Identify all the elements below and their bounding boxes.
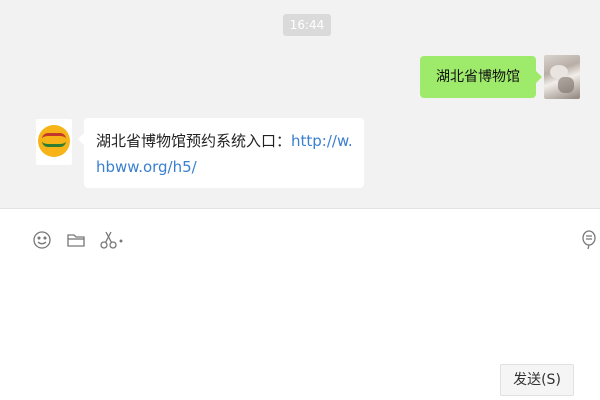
my-avatar[interactable] [544,55,580,99]
sent-message-bubble[interactable]: 湖北省博物馆 [420,56,542,98]
avatar-photo-detail [558,77,574,93]
emoji-icon[interactable] [31,229,53,251]
chat-input-divider [0,208,600,209]
scissors-icon[interactable] [98,229,123,251]
chat-history: 16:44 湖北省博物馆 湖北省博物馆预约系统入口：http://w.hbww.… [0,0,600,208]
send-button[interactable]: 发送(S) [500,364,574,396]
message-timestamp: 16:44 [283,14,331,36]
received-message-text: 湖北省博物馆预约系统入口： [96,132,292,150]
folder-icon[interactable] [65,229,87,251]
avatar-logo-mark [42,133,66,147]
received-message-bubble[interactable]: 湖北省博物馆预约系统入口：http://w.hbww.org/h5/ [78,118,364,188]
contact-avatar[interactable] [36,119,72,165]
chat-bubble-icon[interactable] [579,229,600,251]
message-input[interactable] [0,262,600,362]
